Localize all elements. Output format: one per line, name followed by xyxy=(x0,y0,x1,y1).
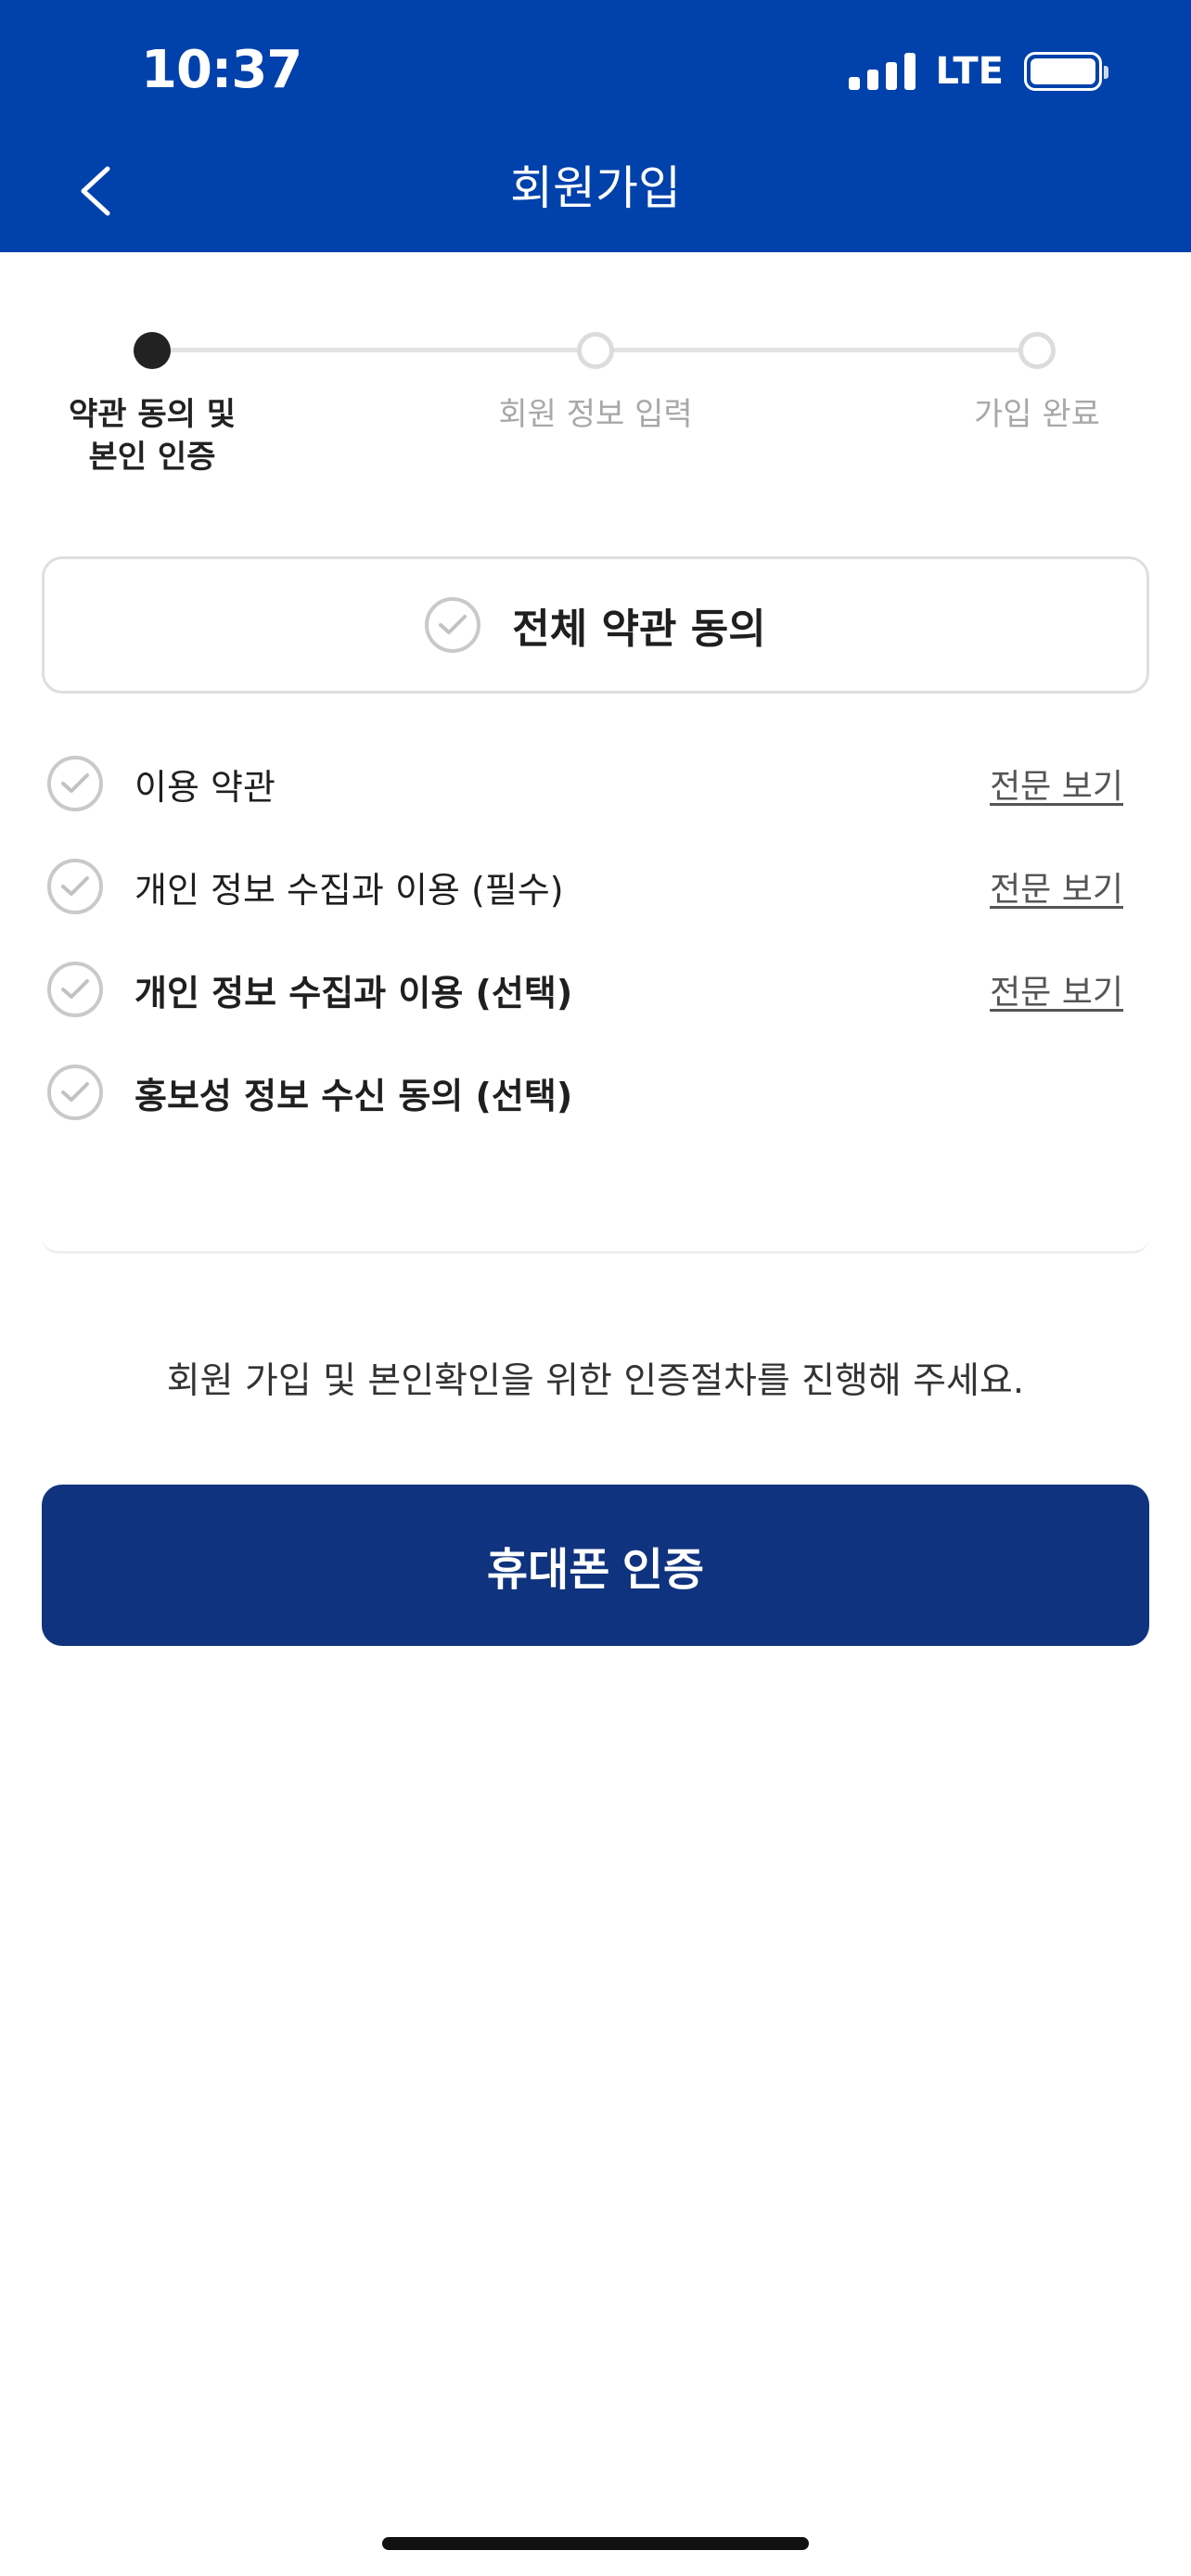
view-full-link[interactable]: 전문 보기 xyxy=(990,862,1123,911)
view-full-link[interactable]: 전문 보기 xyxy=(990,965,1123,1014)
app-header: 10:37 LTE 회원가입 xyxy=(0,0,1191,252)
term-row-usage[interactable]: 이용 약관 전문 보기 xyxy=(47,751,1149,816)
check-circle-icon[interactable] xyxy=(47,859,103,914)
step-connector xyxy=(171,348,579,352)
term-row-privacy-required[interactable]: 개인 정보 수집과 이용 (필수) 전문 보기 xyxy=(47,854,1149,919)
step-dot-1 xyxy=(134,332,171,369)
step-connector xyxy=(612,348,1020,352)
step-dot-3 xyxy=(1018,332,1056,369)
agree-all-label: 전체 약관 동의 xyxy=(512,606,766,653)
view-full-link[interactable]: 전문 보기 xyxy=(990,759,1123,808)
signal-icon xyxy=(848,53,916,90)
term-row-marketing[interactable]: 홍보성 정보 수신 동의 (선택) xyxy=(47,1060,1149,1125)
check-circle-icon[interactable] xyxy=(47,1065,103,1120)
step-label-complete: 가입 완료 xyxy=(974,396,1100,433)
term-label: 이용 약관 xyxy=(134,766,275,808)
status-indicators: LTE xyxy=(848,48,1108,95)
battery-icon xyxy=(1024,52,1108,91)
step-dot-2 xyxy=(577,332,614,369)
term-row-privacy-optional[interactable]: 개인 정보 수집과 이용 (선택) 전문 보기 xyxy=(47,957,1149,1022)
phone-auth-button[interactable]: 휴대폰 인증 xyxy=(42,1485,1149,1646)
step-label-terms: 약관 동의 및 본인 인증 xyxy=(68,396,237,476)
term-label: 개인 정보 수집과 이용 (필수) xyxy=(134,869,564,911)
term-label: 홍보성 정보 수신 동의 (선택) xyxy=(134,1075,573,1116)
home-indicator xyxy=(382,2537,809,2550)
network-type: LTE xyxy=(935,50,1004,93)
agree-all-button[interactable]: 전체 약관 동의 xyxy=(42,556,1149,694)
term-label: 개인 정보 수집과 이용 (선택) xyxy=(134,972,573,1014)
signup-stepper: 약관 동의 및 본인 인증 회원 정보 입력 가입 완료 xyxy=(0,325,1191,491)
check-circle-icon[interactable] xyxy=(47,756,103,811)
auth-description: 회원 가입 및 본인확인을 위한 인증절차를 진행해 주세요. xyxy=(166,1360,1025,1402)
step-label-info: 회원 정보 입력 xyxy=(498,396,693,433)
page-title: 회원가입 xyxy=(510,161,681,215)
status-time: 10:37 xyxy=(141,40,302,100)
check-circle-icon xyxy=(425,597,481,653)
check-circle-icon[interactable] xyxy=(47,962,103,1017)
terms-list: 이용 약관 전문 보기 개인 정보 수집과 이용 (필수) 전문 보기 개인 정… xyxy=(42,742,1149,1254)
